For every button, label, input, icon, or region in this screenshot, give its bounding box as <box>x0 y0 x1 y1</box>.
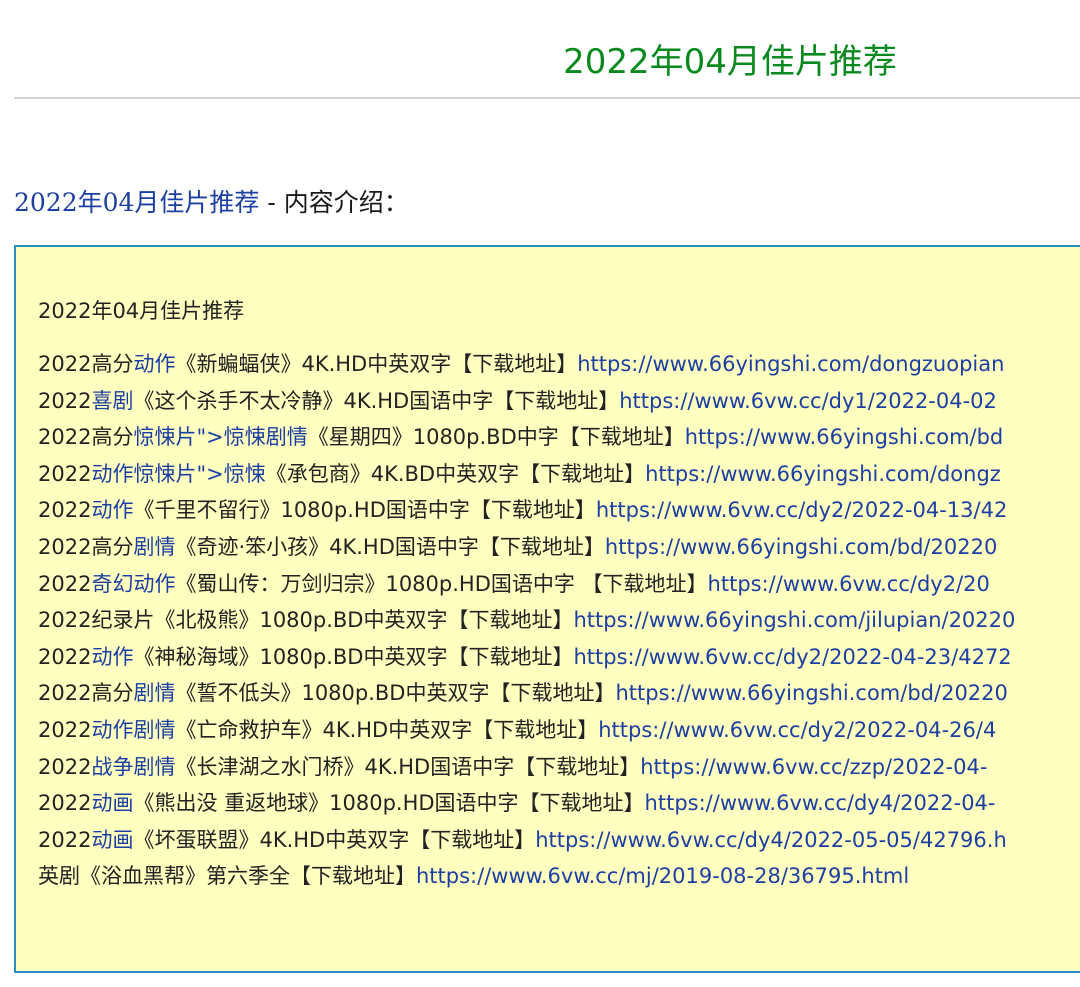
movie-genre: 战争剧情 <box>91 755 175 779</box>
movie-description: 《奇迹·笨小孩》4K.HD国语中字【下载地址】 <box>175 535 604 559</box>
movie-list-item: 2022高分剧情《奇迹·笨小孩》4K.HD国语中字【下载地址】https://w… <box>38 529 1015 566</box>
movie-list-item: 英剧《浴血黑帮》第六季全【下载地址】https://www.6vw.cc/mj/… <box>38 858 1015 895</box>
download-link[interactable]: https://www.66yingshi.com/dongz <box>645 462 1001 486</box>
movie-prefix: 2022纪录片 <box>38 608 154 632</box>
movie-description: 《熊出没 重返地球》1080p.HD国语中字【下载地址】 <box>133 791 644 815</box>
movie-prefix: 2022 <box>38 718 91 742</box>
section-heading: 2022年04月佳片推荐 - 内容介绍： <box>14 183 409 219</box>
movie-prefix: 2022高分 <box>38 352 133 376</box>
movie-description: 《亡命救护车》4K.HD中英双字【下载地址】 <box>175 718 598 742</box>
download-link[interactable]: https://www.66yingshi.com/bd/20220 <box>615 681 1007 705</box>
movie-prefix: 2022 <box>38 828 91 852</box>
movie-genre: 惊悚片">惊悚剧情 <box>133 425 307 449</box>
content-intro-box: 2022年04月佳片推荐 2022高分动作《新蝙蝠侠》4K.HD中英双字【下载地… <box>14 245 1080 973</box>
movie-description: 《浴血黑帮》第六季全【下载地址】 <box>80 864 416 888</box>
movie-description: 《神秘海域》1080p.BD中英双字【下载地址】 <box>133 645 573 669</box>
movie-list-item: 2022纪录片《北极熊》1080p.BD中英双字【下载地址】https://ww… <box>38 602 1015 639</box>
section-heading-title: 2022年04月佳片推荐 <box>14 188 259 217</box>
movie-genre: 喜剧 <box>91 389 133 413</box>
page-title: 2022年04月佳片推荐 <box>0 34 1080 83</box>
movie-genre: 动作 <box>91 498 133 522</box>
movie-description: 《这个杀手不太冷静》4K.HD国语中字【下载地址】 <box>133 389 619 413</box>
movie-prefix: 英剧 <box>38 864 80 888</box>
movie-list-item: 2022高分惊悚片">惊悚剧情《星期四》1080p.BD中字【下载地址】http… <box>38 419 1015 456</box>
movie-description: 《坏蛋联盟》4K.HD中英双字【下载地址】 <box>133 828 535 852</box>
movie-description: 《新蝙蝠侠》4K.HD中英双字【下载地址】 <box>175 352 577 376</box>
movie-description: 《北极熊》1080p.BD中英双字【下载地址】 <box>154 608 573 632</box>
movie-prefix: 2022 <box>38 572 91 596</box>
section-heading-suffix: - 内容介绍： <box>259 188 408 217</box>
movie-genre: 动作 <box>133 352 175 376</box>
download-link[interactable]: https://www.6vw.cc/mj/2019-08-28/36795.h… <box>416 864 909 888</box>
title-divider <box>14 97 1080 99</box>
movie-list-item: 2022动画《坏蛋联盟》4K.HD中英双字【下载地址】https://www.6… <box>38 822 1015 859</box>
download-link[interactable]: https://www.6vw.cc/dy1/2022-04-02 <box>619 389 997 413</box>
movie-list-item: 2022动画《熊出没 重返地球》1080p.HD国语中字【下载地址】https:… <box>38 785 1015 822</box>
movie-list-item: 2022高分剧情《誓不低头》1080p.BD中英双字【下载地址】https://… <box>38 675 1015 712</box>
download-link[interactable]: https://www.6vw.cc/dy2/2022-04-26/4 <box>598 718 996 742</box>
movie-genre: 动作剧情 <box>91 718 175 742</box>
movie-genre: 动画 <box>91 791 133 815</box>
download-link[interactable]: https://www.66yingshi.com/dongzuopian <box>577 352 1004 376</box>
movie-list-item: 2022动作惊悚片">惊悚《承包商》4K.BD中英双字【下载地址】https:/… <box>38 456 1015 493</box>
movie-description: 《蜀山传：万剑归宗》1080p.HD国语中字 【下载地址】 <box>175 572 707 596</box>
movie-list-item: 2022动作剧情《亡命救护车》4K.HD中英双字【下载地址】https://ww… <box>38 712 1015 749</box>
movie-list-item: 2022动作《千里不留行》1080p.HD国语中字【下载地址】https://w… <box>38 492 1015 529</box>
movie-description: 《长津湖之水门桥》4K.HD国语中字【下载地址】 <box>175 755 640 779</box>
download-link[interactable]: https://www.6vw.cc/dy4/2022-05-05/42796.… <box>535 828 1007 852</box>
download-link[interactable]: https://www.66yingshi.com/bd <box>685 425 1004 449</box>
movie-prefix: 2022 <box>38 645 91 669</box>
movie-genre: 动作 <box>91 645 133 669</box>
movie-prefix: 2022 <box>38 791 91 815</box>
download-link[interactable]: https://www.6vw.cc/zzp/2022-04- <box>640 755 987 779</box>
download-link[interactable]: https://www.66yingshi.com/bd/20220 <box>605 535 997 559</box>
movie-description: 《承包商》4K.BD中英双字【下载地址】 <box>266 462 645 486</box>
movie-description: 《星期四》1080p.BD中字【下载地址】 <box>308 425 685 449</box>
movie-description: 《誓不低头》1080p.BD中英双字【下载地址】 <box>175 681 615 705</box>
download-link[interactable]: https://www.66yingshi.com/jilupian/20220 <box>573 608 1015 632</box>
movie-genre: 剧情 <box>133 681 175 705</box>
movie-description: 《千里不留行》1080p.HD国语中字【下载地址】 <box>133 498 595 522</box>
movie-list-item: 2022高分动作《新蝙蝠侠》4K.HD中英双字【下载地址】https://www… <box>38 346 1015 383</box>
movie-prefix: 2022高分 <box>38 535 133 559</box>
movie-genre: 剧情 <box>133 535 175 559</box>
download-link[interactable]: https://www.6vw.cc/dy4/2022-04- <box>645 791 996 815</box>
movie-list-item: 2022喜剧《这个杀手不太冷静》4K.HD国语中字【下载地址】https://w… <box>38 383 1015 420</box>
movie-prefix: 2022 <box>38 498 91 522</box>
download-link[interactable]: https://www.6vw.cc/dy2/2022-04-23/4272 <box>573 645 1011 669</box>
movie-prefix: 2022 <box>38 462 91 486</box>
movie-prefix: 2022高分 <box>38 681 133 705</box>
movie-list-item: 2022奇幻动作《蜀山传：万剑归宗》1080p.HD国语中字 【下载地址】htt… <box>38 566 1015 603</box>
movie-list: 2022高分动作《新蝙蝠侠》4K.HD中英双字【下载地址】https://www… <box>38 346 1015 895</box>
movie-list-item: 2022动作《神秘海域》1080p.BD中英双字【下载地址】https://ww… <box>38 639 1015 676</box>
intro-title: 2022年04月佳片推荐 <box>38 295 244 325</box>
movie-genre: 奇幻动作 <box>91 572 175 596</box>
movie-genre: 动作惊悚片">惊悚 <box>91 462 265 486</box>
movie-list-item: 2022战争剧情《长津湖之水门桥》4K.HD国语中字【下载地址】https://… <box>38 749 1015 786</box>
movie-prefix: 2022 <box>38 389 91 413</box>
download-link[interactable]: https://www.6vw.cc/dy2/20 <box>708 572 990 596</box>
download-link[interactable]: https://www.6vw.cc/dy2/2022-04-13/42 <box>596 498 1007 522</box>
movie-prefix: 2022高分 <box>38 425 133 449</box>
movie-prefix: 2022 <box>38 755 91 779</box>
movie-genre: 动画 <box>91 828 133 852</box>
